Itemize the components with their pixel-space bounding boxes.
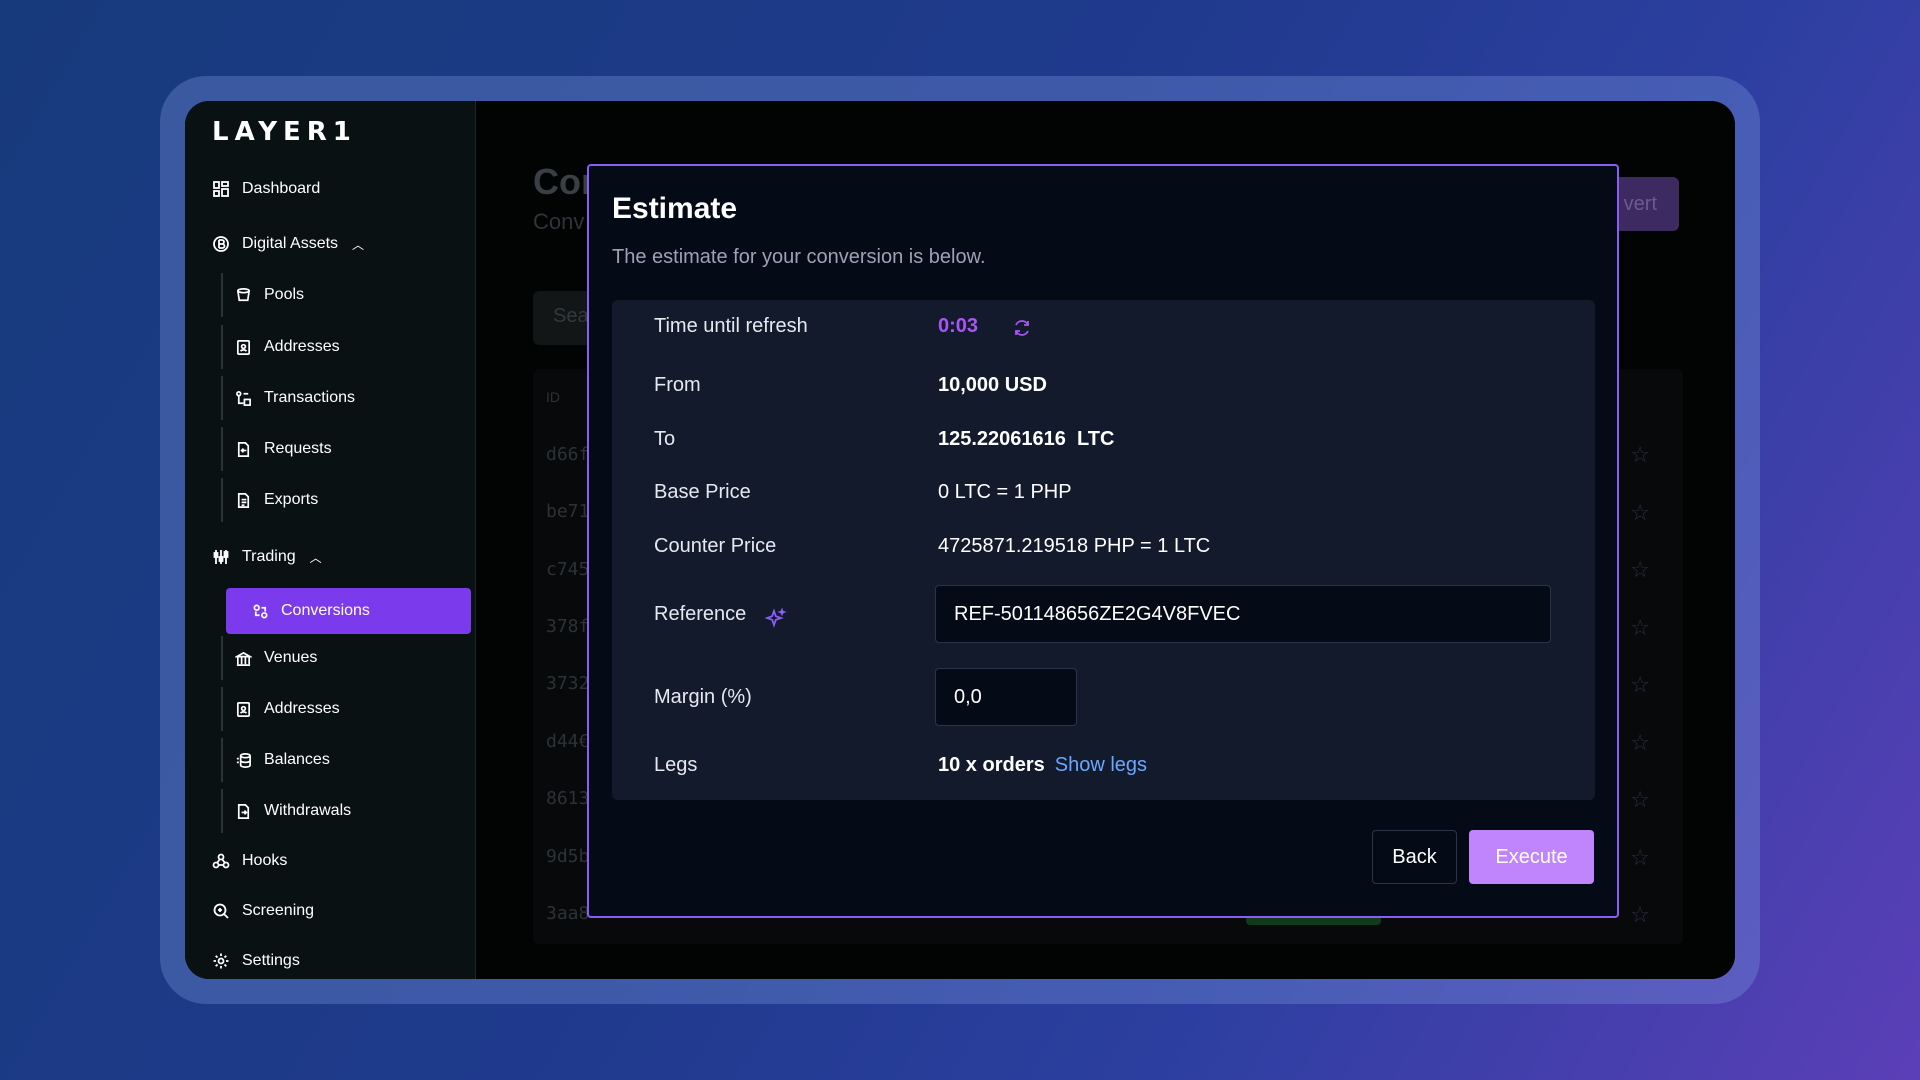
estimate-modal: Estimate The estimate for your conversio… xyxy=(587,164,1619,918)
to-value: 125.22061616 LTC xyxy=(938,428,1115,450)
table-header-id: ID xyxy=(546,389,560,405)
sparkle-icon[interactable] xyxy=(765,608,787,630)
table-row: d66f xyxy=(546,444,590,465)
nav-screening[interactable]: Screening xyxy=(212,896,314,926)
margin-input[interactable]: 0,0 xyxy=(935,668,1077,726)
sidebar-item-conversions[interactable]: Conversions xyxy=(226,588,471,634)
dashboard-icon xyxy=(213,181,229,197)
nav-screening-label: Screening xyxy=(242,902,315,919)
sidebar-item-label: Addresses xyxy=(264,700,340,717)
to-label: To xyxy=(654,428,676,450)
sidebar-item-label: Transactions xyxy=(264,389,355,406)
legs-value-group: 10 x orders Show legs xyxy=(938,754,1147,777)
nav-trading-label: Trading xyxy=(242,548,296,565)
star-icon: ☆ xyxy=(1630,730,1650,755)
sidebar-item-exports[interactable]: Exports xyxy=(221,478,451,522)
estimate-panel: Time until refresh 0:03 From 10,000 USD … xyxy=(612,300,1595,800)
screening-icon xyxy=(213,903,229,919)
execute-button[interactable]: Execute xyxy=(1469,830,1594,884)
table-row: 378f xyxy=(546,616,590,637)
sidebar-item-label: Addresses xyxy=(264,338,340,355)
sidebar-item-transactions[interactable]: Transactions xyxy=(221,376,451,420)
table-row: 9d5b xyxy=(546,846,590,867)
nav-dashboard-label: Dashboard xyxy=(242,180,321,197)
sidebar-item-label: Requests xyxy=(264,440,332,457)
transactions-icon xyxy=(236,390,251,406)
sidebar-item-balances[interactable]: Balances xyxy=(221,738,451,782)
table-row: c745 xyxy=(546,559,590,580)
webhook-icon xyxy=(212,853,230,869)
sidebar-item-label: Exports xyxy=(264,491,319,508)
sidebar-item-requests[interactable]: Requests xyxy=(221,427,451,471)
export-icon xyxy=(237,492,250,508)
nav-trading[interactable]: Trading ︿ xyxy=(212,542,322,572)
star-icon: ☆ xyxy=(1630,500,1650,525)
nav-hooks-label: Hooks xyxy=(242,852,288,869)
legs-label: Legs xyxy=(654,754,698,776)
trading-icon xyxy=(213,550,229,564)
nav-digital-assets[interactable]: Digital Assets ︿ xyxy=(212,229,364,259)
gear-icon xyxy=(213,953,229,969)
nav-digital-assets-label: Digital Assets xyxy=(242,235,339,252)
sidebar-item-addresses[interactable]: Addresses xyxy=(221,325,451,369)
chevron-up-icon: ︿ xyxy=(352,237,365,252)
nav-settings-label: Settings xyxy=(242,952,300,969)
modal-title: Estimate xyxy=(612,192,738,225)
table-row: 3aa8 xyxy=(546,903,590,924)
sidebar-item-label: Balances xyxy=(264,751,330,768)
reference-label: Reference xyxy=(654,603,747,625)
from-label: From xyxy=(654,374,701,396)
logo: LAYER1 xyxy=(212,117,357,147)
reference-input[interactable]: REF-501148656ZE2G4V8FVEC xyxy=(935,585,1551,643)
base-price-value: 0 LTC = 1 PHP xyxy=(938,481,1072,503)
chevron-up-icon: ︿ xyxy=(309,550,322,565)
nav-dashboard[interactable]: Dashboard xyxy=(212,174,320,204)
counter-price-label: Counter Price xyxy=(654,535,777,557)
table-row: be71 xyxy=(546,501,590,522)
table-row: d44€ xyxy=(546,731,590,752)
table-row: 3732 xyxy=(546,673,590,694)
sidebar-item-label: Withdrawals xyxy=(264,802,352,819)
sidebar-item-pools[interactable]: Pools xyxy=(221,273,451,317)
address-book-icon xyxy=(236,701,251,717)
sidebar-item-label: Venues xyxy=(264,649,318,666)
sidebar-item-venues[interactable]: Venues xyxy=(221,636,451,680)
table-row: 8613 xyxy=(546,788,590,809)
star-icon: ☆ xyxy=(1630,442,1650,467)
venue-icon xyxy=(235,651,252,666)
refresh-label: Time until refresh xyxy=(654,315,808,337)
modal-description: The estimate for your conversion is belo… xyxy=(612,246,986,268)
nav-hooks[interactable]: Hooks xyxy=(212,846,287,876)
star-icon: ☆ xyxy=(1630,615,1650,640)
star-icon: ☆ xyxy=(1630,787,1650,812)
back-button[interactable]: Back xyxy=(1372,830,1457,884)
star-icon: ☆ xyxy=(1630,672,1650,697)
counter-price-value: 4725871.219518 PHP = 1 LTC xyxy=(938,535,1211,557)
sidebar-item-trading-addresses[interactable]: Addresses xyxy=(221,687,451,731)
refresh-icon[interactable] xyxy=(1012,318,1032,338)
star-icon: ☆ xyxy=(1630,845,1650,870)
sidebar: LAYER1 Dashboard Digital Assets ︿ Pools … xyxy=(185,101,476,979)
coin-icon xyxy=(213,236,229,252)
star-icon: ☆ xyxy=(1630,557,1650,582)
margin-label: Margin (%) xyxy=(654,686,752,708)
show-legs-link[interactable]: Show legs xyxy=(1055,754,1147,776)
balance-icon xyxy=(236,752,251,768)
address-book-icon xyxy=(236,339,251,355)
refresh-timer: 0:03 xyxy=(938,315,979,337)
sidebar-item-withdrawals[interactable]: Withdrawals xyxy=(221,789,451,833)
sidebar-item-label: Conversions xyxy=(281,602,370,619)
conversion-icon xyxy=(253,604,268,618)
withdrawal-icon xyxy=(237,803,250,819)
legs-count: 10 x orders xyxy=(938,754,1045,776)
star-icon: ☆ xyxy=(1630,902,1650,927)
page-subtitle: Conv xyxy=(533,209,585,234)
from-value: 10,000 USD xyxy=(938,374,1047,396)
sidebar-item-label: Pools xyxy=(264,286,305,303)
nav-settings[interactable]: Settings xyxy=(212,946,300,976)
request-icon xyxy=(237,441,250,457)
base-price-label: Base Price xyxy=(654,481,751,503)
pool-icon xyxy=(236,287,251,301)
